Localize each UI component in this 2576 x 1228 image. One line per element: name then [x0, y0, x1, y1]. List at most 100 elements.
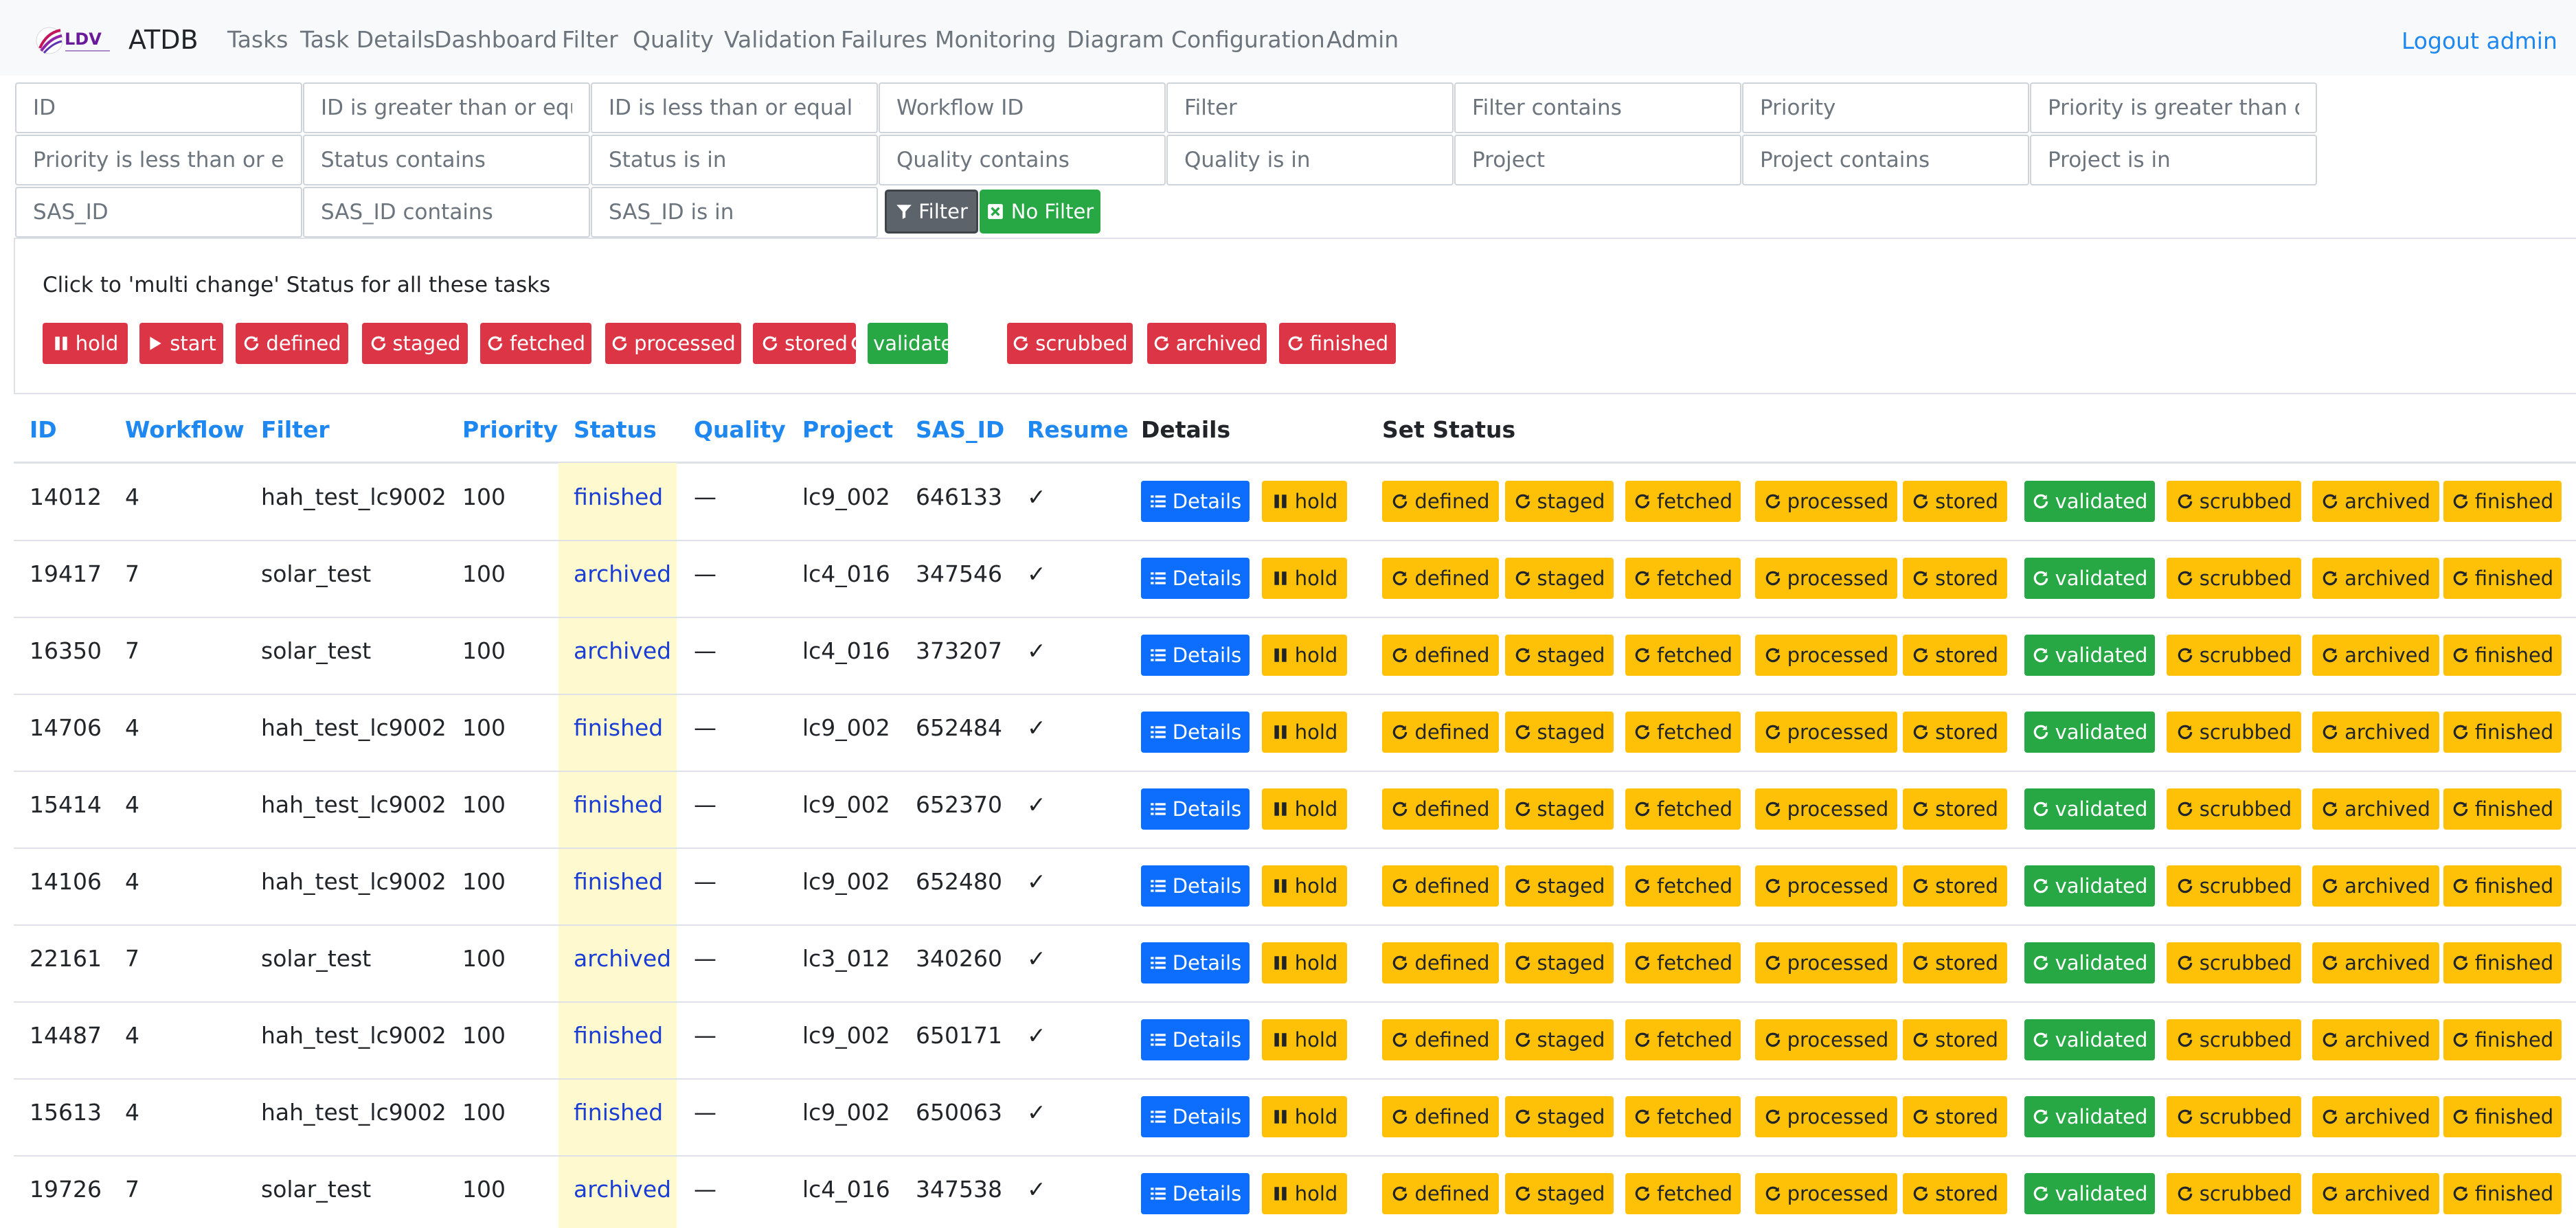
set-status-staged-button[interactable]: staged: [1505, 1019, 1614, 1060]
set-status-finished-button[interactable]: finished: [2443, 788, 2562, 830]
set-status-finished-button[interactable]: finished: [2443, 1096, 2562, 1137]
cell-status[interactable]: archived: [574, 1176, 671, 1203]
cell-status[interactable]: finished: [574, 484, 663, 510]
set-status-staged-button[interactable]: staged: [1505, 1173, 1614, 1214]
set-status-fetched-button[interactable]: fetched: [1625, 942, 1741, 983]
col-header-status[interactable]: Status: [574, 416, 657, 443]
cell-status[interactable]: finished: [574, 714, 663, 741]
set-status-processed-button[interactable]: processed: [1755, 865, 1897, 907]
set-status-validated-button[interactable]: validated: [2024, 865, 2155, 907]
set-status-fetched-button[interactable]: fetched: [1625, 865, 1741, 907]
no-filter-button[interactable]: No Filter: [980, 190, 1100, 234]
details-button[interactable]: Details: [1141, 942, 1250, 983]
set-status-staged-button[interactable]: staged: [1505, 1096, 1614, 1137]
cell-status[interactable]: archived: [574, 945, 671, 972]
details-button[interactable]: Details: [1141, 712, 1250, 753]
set-status-finished-button[interactable]: finished: [2443, 712, 2562, 753]
set-status-validated-button[interactable]: validated: [2024, 712, 2155, 753]
logout-link[interactable]: Logout admin: [2402, 27, 2557, 54]
nav-diagram[interactable]: Diagram: [1067, 26, 1164, 53]
set-status-fetched-button[interactable]: fetched: [1625, 712, 1741, 753]
filter-id-input[interactable]: [15, 82, 302, 133]
nav-quality[interactable]: Quality: [633, 26, 714, 53]
set-status-stored-button[interactable]: stored: [1903, 1096, 2007, 1137]
filter-quality-in-input[interactable]: [1166, 135, 1454, 185]
hold-button[interactable]: hold: [1262, 712, 1347, 753]
set-status-processed-button[interactable]: processed: [1755, 481, 1897, 522]
multi-processed-button[interactable]: processed: [605, 323, 741, 364]
multi-start-button[interactable]: start: [139, 323, 223, 364]
multi-fetched-button[interactable]: fetched: [480, 323, 591, 364]
set-status-processed-button[interactable]: processed: [1755, 558, 1897, 599]
filter-sasid-contains-input[interactable]: [303, 187, 590, 238]
filter-id-lte-input[interactable]: [591, 82, 878, 133]
set-status-fetched-button[interactable]: fetched: [1625, 1019, 1741, 1060]
set-status-stored-button[interactable]: stored: [1903, 788, 2007, 830]
cell-status[interactable]: finished: [574, 868, 663, 895]
set-status-finished-button[interactable]: finished: [2443, 1019, 2562, 1060]
filter-workflow-input[interactable]: [879, 82, 1166, 133]
filter-quality-contains-input[interactable]: [879, 135, 1166, 185]
col-header-id[interactable]: ID: [30, 416, 57, 443]
filter-status-in-input[interactable]: [591, 135, 878, 185]
set-status-staged-button[interactable]: staged: [1505, 481, 1614, 522]
set-status-staged-button[interactable]: staged: [1505, 558, 1614, 599]
set-status-processed-button[interactable]: processed: [1755, 788, 1897, 830]
set-status-scrubbed-button[interactable]: scrubbed: [2167, 1096, 2301, 1137]
set-status-staged-button[interactable]: staged: [1505, 942, 1614, 983]
set-status-defined-button[interactable]: defined: [1382, 1096, 1499, 1137]
set-status-defined-button[interactable]: defined: [1382, 1173, 1499, 1214]
set-status-finished-button[interactable]: finished: [2443, 942, 2562, 983]
hold-button[interactable]: hold: [1262, 558, 1347, 599]
set-status-fetched-button[interactable]: fetched: [1625, 1096, 1741, 1137]
brand-title[interactable]: ATDB: [128, 25, 199, 55]
filter-project-input[interactable]: [1454, 135, 1741, 185]
filter-project-in-input[interactable]: [2030, 135, 2317, 185]
filter-filter-contains-input[interactable]: [1454, 82, 1741, 133]
set-status-defined-button[interactable]: defined: [1382, 558, 1499, 599]
set-status-scrubbed-button[interactable]: scrubbed: [2167, 481, 2301, 522]
hold-button[interactable]: hold: [1262, 1019, 1347, 1060]
set-status-archived-button[interactable]: archived: [2312, 1173, 2439, 1214]
hold-button[interactable]: hold: [1262, 635, 1347, 676]
set-status-archived-button[interactable]: archived: [2312, 1096, 2439, 1137]
set-status-scrubbed-button[interactable]: scrubbed: [2167, 942, 2301, 983]
filter-project-contains-input[interactable]: [1742, 135, 2029, 185]
hold-button[interactable]: hold: [1262, 481, 1347, 522]
hold-button[interactable]: hold: [1262, 865, 1347, 907]
set-status-validated-button[interactable]: validated: [2024, 788, 2155, 830]
multi-scrubbed-button[interactable]: scrubbed: [1007, 323, 1133, 364]
col-header-sasid[interactable]: SAS_ID: [916, 416, 1004, 443]
filter-priority-input[interactable]: [1742, 82, 2029, 133]
set-status-processed-button[interactable]: processed: [1755, 942, 1897, 983]
set-status-processed-button[interactable]: processed: [1755, 1173, 1897, 1214]
details-button[interactable]: Details: [1141, 788, 1250, 830]
set-status-scrubbed-button[interactable]: scrubbed: [2167, 1173, 2301, 1214]
filter-priority-lte-input[interactable]: [15, 135, 302, 185]
set-status-archived-button[interactable]: archived: [2312, 788, 2439, 830]
set-status-scrubbed-button[interactable]: scrubbed: [2167, 1019, 2301, 1060]
multi-archived-button[interactable]: archived: [1147, 323, 1267, 364]
set-status-finished-button[interactable]: finished: [2443, 865, 2562, 907]
set-status-scrubbed-button[interactable]: scrubbed: [2167, 635, 2301, 676]
set-status-stored-button[interactable]: stored: [1903, 712, 2007, 753]
details-button[interactable]: Details: [1141, 1019, 1250, 1060]
set-status-scrubbed-button[interactable]: scrubbed: [2167, 865, 2301, 907]
set-status-defined-button[interactable]: defined: [1382, 788, 1499, 830]
multi-defined-button[interactable]: defined: [236, 323, 348, 364]
set-status-stored-button[interactable]: stored: [1903, 865, 2007, 907]
set-status-processed-button[interactable]: processed: [1755, 712, 1897, 753]
col-header-quality[interactable]: Quality: [694, 416, 786, 443]
col-header-project[interactable]: Project: [802, 416, 893, 443]
filter-id-gte-input[interactable]: [303, 82, 590, 133]
set-status-scrubbed-button[interactable]: scrubbed: [2167, 558, 2301, 599]
set-status-finished-button[interactable]: finished: [2443, 558, 2562, 599]
details-button[interactable]: Details: [1141, 1173, 1250, 1214]
set-status-archived-button[interactable]: archived: [2312, 481, 2439, 522]
nav-configuration[interactable]: Configuration: [1171, 26, 1325, 53]
set-status-stored-button[interactable]: stored: [1903, 1019, 2007, 1060]
set-status-finished-button[interactable]: finished: [2443, 1173, 2562, 1214]
filter-sasid-input[interactable]: [15, 187, 302, 238]
hold-button[interactable]: hold: [1262, 1096, 1347, 1137]
col-header-resume[interactable]: Resume: [1027, 416, 1129, 443]
